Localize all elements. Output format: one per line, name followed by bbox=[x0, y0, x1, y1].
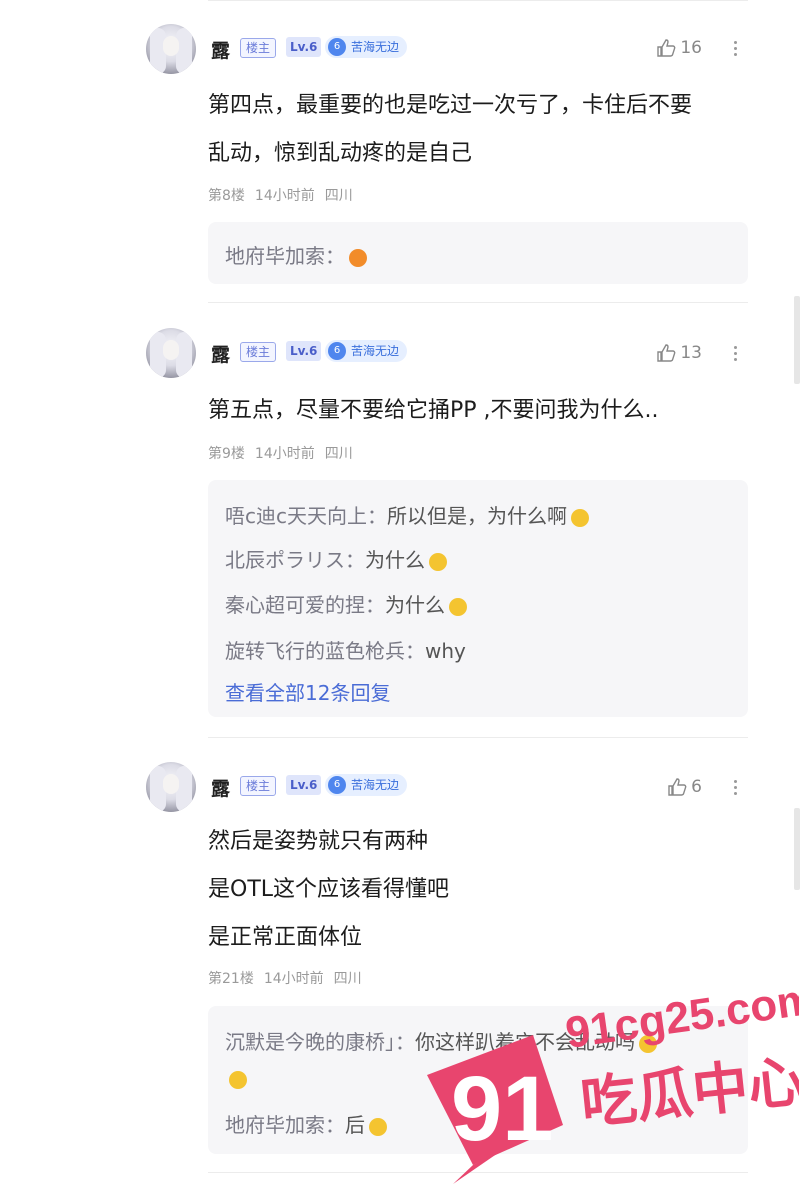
comment-line: 第四点，最重要的也是吃过一次亏了，卡住后不要 bbox=[208, 93, 693, 118]
watermark-brand: 吃瓜中心 bbox=[578, 1049, 799, 1137]
sweat-emoji-icon bbox=[571, 508, 589, 527]
reply-text: 为什么 bbox=[365, 548, 425, 572]
title-badge-label: 苦海无边 bbox=[351, 778, 400, 792]
title-badge-num: 6 bbox=[328, 776, 346, 794]
reply-author[interactable]: 北辰ポラリス： bbox=[225, 548, 365, 572]
reply-item[interactable]: 秦心超可爱的捏：为什么 bbox=[225, 589, 467, 618]
level-badge: Lv.6 bbox=[286, 775, 322, 795]
host-badge: 楼主 bbox=[240, 342, 277, 362]
reply-item[interactable]: 唔c迪c天天向上：所以但是，为什么啊 bbox=[225, 500, 589, 529]
reply-box[interactable]: 地府毕加索： bbox=[208, 222, 748, 284]
location: 四川 bbox=[324, 446, 353, 462]
thumbs-up-icon bbox=[657, 39, 676, 57]
more-options-icon[interactable] bbox=[734, 343, 738, 364]
reply-author[interactable]: 地府毕加索： bbox=[225, 1113, 345, 1137]
more-options-icon[interactable] bbox=[734, 777, 738, 798]
reply-text: 后 bbox=[345, 1113, 365, 1137]
like-count: 16 bbox=[680, 38, 702, 58]
smile-emoji-icon bbox=[449, 597, 467, 616]
username[interactable]: 露 bbox=[211, 36, 230, 63]
comment-line: 第五点，尽量不要给它捅PP ,不要问我为什么.. bbox=[208, 398, 659, 423]
blush-emoji-icon bbox=[229, 1070, 247, 1089]
level-badge: Lv.6 bbox=[286, 37, 322, 57]
floor-number: 第21楼 bbox=[208, 971, 254, 987]
watermark-domain: 91cg25.com bbox=[563, 975, 799, 1058]
avatar[interactable] bbox=[146, 328, 196, 378]
timestamp: 14小时前 bbox=[254, 188, 315, 204]
comment-line: 乱动，惊到乱动疼的是自己 bbox=[208, 141, 473, 166]
comment-line: 然后是姿势就只有两种 bbox=[208, 829, 429, 854]
comment-text: 第五点，尽量不要给它捅PP ,不要问我为什么.. bbox=[208, 387, 659, 435]
more-options-icon[interactable] bbox=[734, 38, 738, 59]
reply-author[interactable]: 旋转飞行的蓝色枪兵： bbox=[225, 639, 425, 663]
scrollbar[interactable] bbox=[794, 296, 800, 384]
title-badge-label: 苦海无边 bbox=[351, 344, 400, 358]
username[interactable]: 露 bbox=[211, 340, 230, 367]
title-badge-label: 苦海无边 bbox=[351, 40, 400, 54]
comment-meta: 第9楼 14小时前 四川 bbox=[208, 443, 363, 463]
avatar[interactable] bbox=[146, 762, 196, 812]
reply-item[interactable]: 地府毕加索： bbox=[225, 240, 367, 269]
avatar[interactable] bbox=[146, 24, 196, 74]
comment-text: 然后是姿势就只有两种 是OTL这个应该看得懂吧 是正常正面体位 bbox=[208, 818, 449, 962]
top-divider bbox=[208, 0, 748, 1]
reply-author[interactable]: 秦心超可爱的捏： bbox=[225, 593, 385, 617]
site-watermark: 91 91cg25.com 吃瓜中心 bbox=[413, 974, 800, 1184]
location: 四川 bbox=[324, 188, 353, 204]
thumbs-up-icon bbox=[657, 344, 676, 362]
comment-text: 第四点，最重要的也是吃过一次亏了，卡住后不要 乱动，惊到乱动疼的是自己 bbox=[208, 82, 692, 178]
username[interactable]: 露 bbox=[211, 774, 230, 801]
like-button[interactable]: 6 bbox=[667, 777, 702, 797]
view-all-replies-link[interactable]: 查看全部12条回复 bbox=[225, 677, 390, 706]
sweat-smile-emoji-icon bbox=[369, 1117, 387, 1136]
title-badge-num: 6 bbox=[328, 342, 346, 360]
divider bbox=[208, 302, 748, 303]
title-badge: 6 苦海无边 bbox=[325, 36, 408, 58]
reply-line-continued bbox=[225, 1066, 247, 1090]
host-badge: 楼主 bbox=[240, 38, 277, 58]
astonished-emoji-icon bbox=[349, 248, 367, 267]
comment-meta: 第8楼 14小时前 四川 bbox=[208, 185, 363, 205]
location: 四川 bbox=[333, 971, 362, 987]
floor-number: 第8楼 bbox=[208, 188, 245, 204]
host-badge: 楼主 bbox=[240, 776, 277, 796]
floor-number: 第9楼 bbox=[208, 446, 245, 462]
reply-text: 为什么 bbox=[385, 593, 445, 617]
reply-item[interactable]: 地府毕加索：后 bbox=[225, 1109, 387, 1138]
watermark-number: 91 bbox=[451, 1058, 553, 1160]
divider bbox=[208, 737, 748, 738]
comment-line: 是OTL这个应该看得懂吧 bbox=[208, 877, 450, 902]
like-count: 6 bbox=[691, 777, 702, 797]
reply-author[interactable]: 唔c迪c天天向上： bbox=[225, 504, 387, 528]
like-button[interactable]: 13 bbox=[656, 343, 702, 363]
comment-meta: 第21楼 14小时前 四川 bbox=[208, 968, 372, 988]
like-button[interactable]: 16 bbox=[656, 38, 702, 58]
reply-text: why bbox=[425, 639, 466, 663]
timestamp: 14小时前 bbox=[254, 446, 315, 462]
reply-author[interactable]: 地府毕加索： bbox=[225, 244, 345, 268]
thumbs-up-icon bbox=[668, 778, 687, 796]
timestamp: 14小时前 bbox=[263, 971, 324, 987]
like-count: 13 bbox=[680, 343, 702, 363]
watermark-logo-icon: 91 91cg25.com 吃瓜中心 bbox=[427, 974, 800, 1184]
reply-item[interactable]: 北辰ポラリス：为什么 bbox=[225, 544, 447, 573]
reply-box[interactable]: 唔c迪c天天向上：所以但是，为什么啊 北辰ポラリス：为什么 秦心超可爱的捏：为什… bbox=[208, 480, 748, 717]
reply-text: 所以但是，为什么啊 bbox=[387, 504, 567, 528]
comment-line: 是正常正面体位 bbox=[208, 925, 363, 950]
title-badge: 6 苦海无边 bbox=[325, 774, 408, 796]
reply-item[interactable]: 旋转飞行的蓝色枪兵：why bbox=[225, 635, 466, 664]
level-badge: Lv.6 bbox=[286, 341, 322, 361]
confused-emoji-icon bbox=[429, 552, 447, 571]
reply-author[interactable]: 沉默是今晚的康桥」： bbox=[225, 1030, 415, 1054]
scrollbar[interactable] bbox=[794, 808, 800, 890]
title-badge-num: 6 bbox=[328, 38, 346, 56]
title-badge: 6 苦海无边 bbox=[325, 340, 408, 362]
